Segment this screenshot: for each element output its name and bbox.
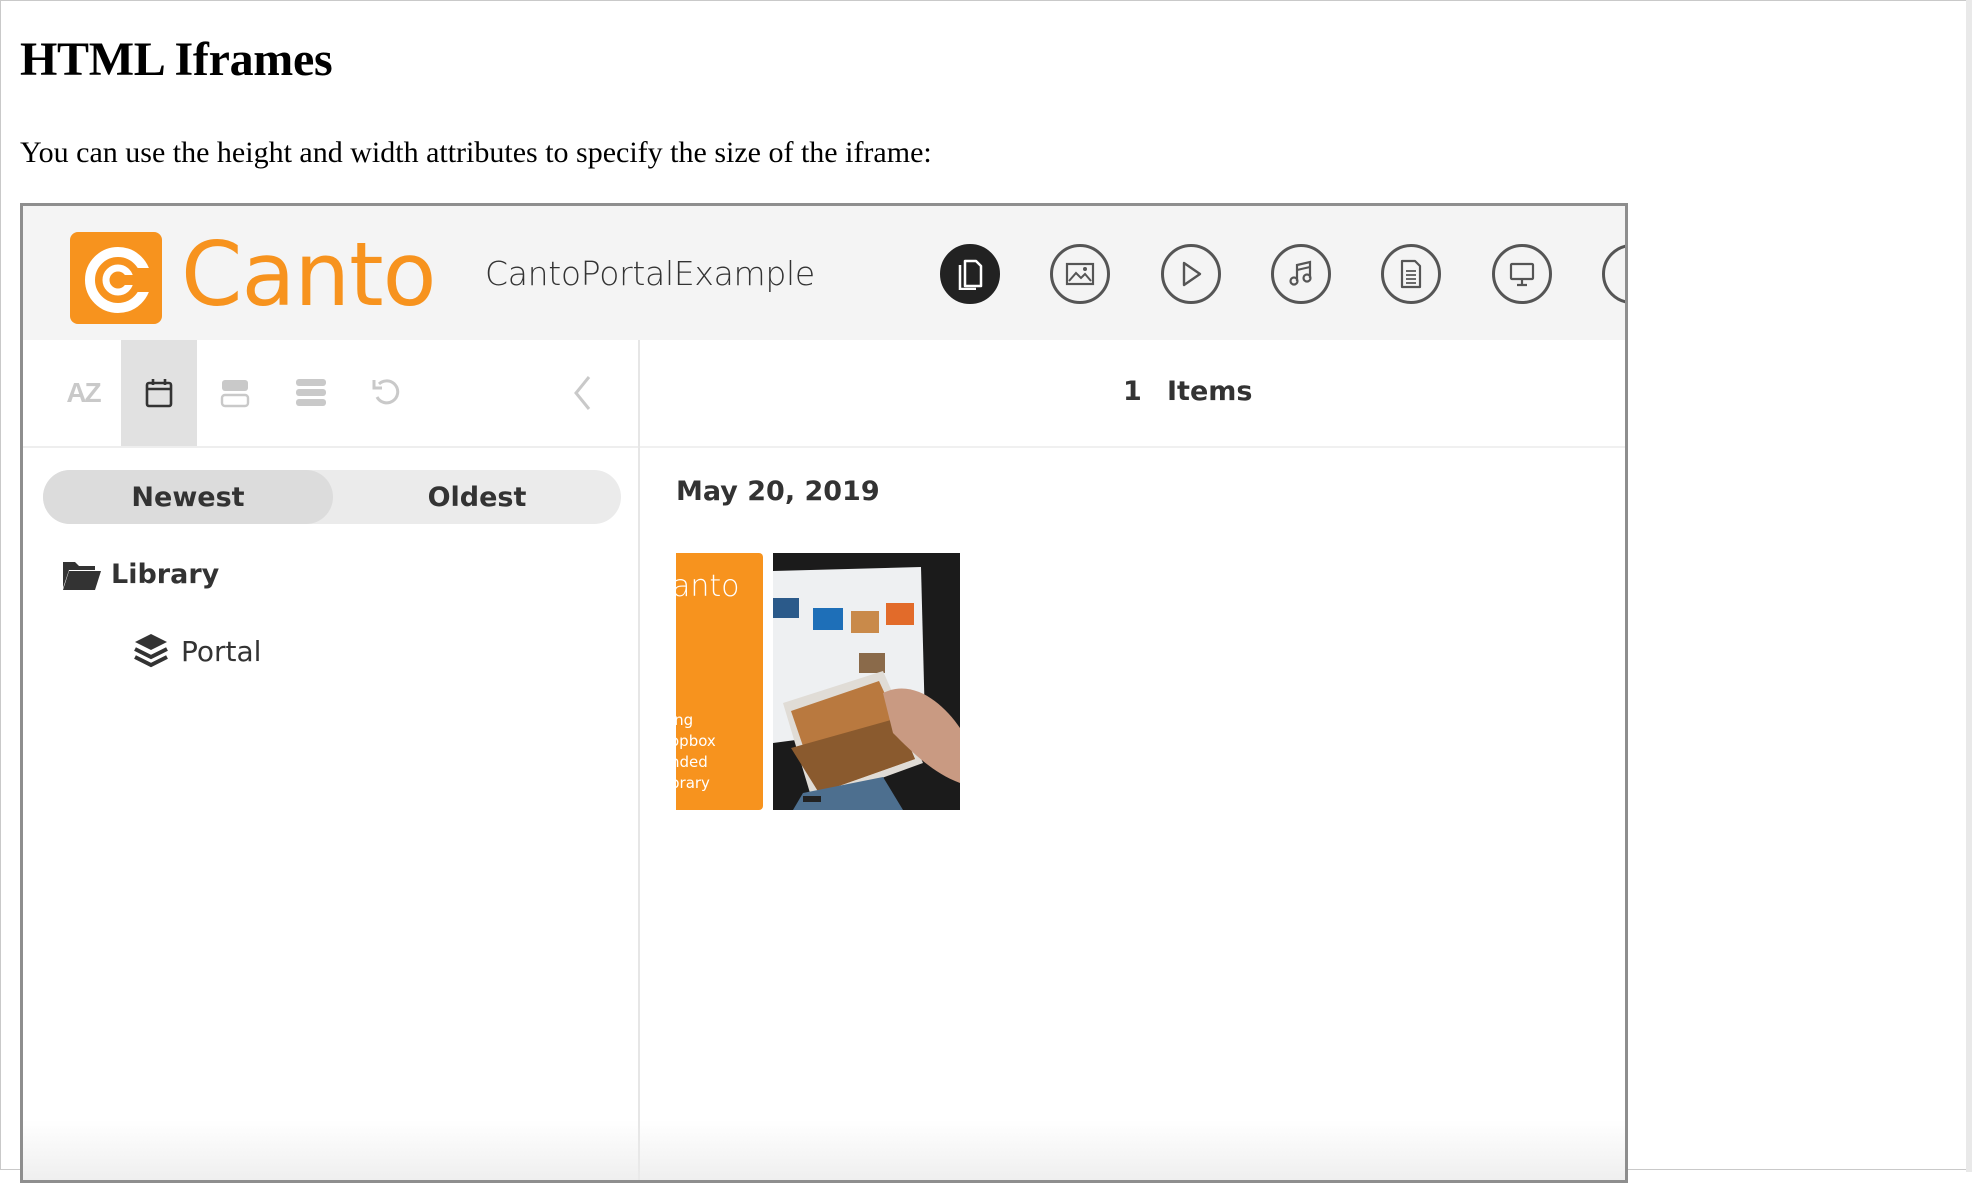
tree-item-label: Portal bbox=[181, 634, 262, 668]
page-title: HTML Iframes bbox=[20, 33, 333, 86]
thumbnail-text-line: opbox bbox=[676, 732, 716, 750]
sort-az-button[interactable]: AZ bbox=[45, 340, 121, 446]
window-scrollbar-track[interactable] bbox=[1966, 0, 1972, 1172]
list-view-button[interactable] bbox=[273, 340, 349, 446]
tree-item-library[interactable]: Library bbox=[61, 556, 219, 592]
document-icon bbox=[958, 259, 983, 290]
sort-by-date-button[interactable] bbox=[121, 340, 197, 446]
text-document-icon bbox=[1400, 259, 1422, 289]
main-content: 1 Items May 20, 2019 anto ing opbox nded… bbox=[640, 340, 1625, 1180]
reset-icon bbox=[372, 379, 400, 405]
sort-newest-button[interactable]: Newest bbox=[43, 470, 333, 524]
items-count: 1 bbox=[1123, 376, 1142, 407]
sort-oldest-button[interactable]: Oldest bbox=[333, 470, 621, 524]
date-group-heading: May 20, 2019 bbox=[676, 476, 880, 507]
portal-name: CantoPortalExample bbox=[485, 254, 815, 293]
play-icon bbox=[1182, 261, 1202, 287]
portal-header: Canto CantoPortalExample bbox=[23, 206, 1625, 340]
music-icon bbox=[1289, 260, 1312, 286]
sort-az-icon: AZ bbox=[66, 377, 101, 408]
filter-all-documents-button[interactable] bbox=[940, 244, 1000, 304]
brand-wordmark: Canto bbox=[181, 223, 436, 326]
tree-item-label: Library bbox=[111, 558, 220, 590]
thumbnail-text-line: brary bbox=[676, 774, 710, 792]
thumbnail-text-line: ing bbox=[676, 711, 694, 729]
card-view-icon bbox=[220, 380, 250, 408]
canto-logo-icon bbox=[70, 232, 162, 324]
card-view-button[interactable] bbox=[197, 340, 273, 446]
folder-icon bbox=[63, 562, 101, 590]
embedded-iframe[interactable]: Canto CantoPortalExample AZ Newest Oldes… bbox=[20, 203, 1628, 1183]
asset-thumbnail-canto[interactable]: anto ing opbox nded brary bbox=[676, 553, 763, 810]
tree-item-portal[interactable]: Portal bbox=[133, 632, 261, 670]
layers-icon bbox=[134, 634, 168, 668]
items-count-label: Items bbox=[1167, 376, 1253, 407]
sort-order-toggle: Newest Oldest bbox=[43, 470, 621, 524]
filter-video-button[interactable] bbox=[1161, 244, 1221, 304]
photo-image bbox=[773, 553, 960, 810]
filter-images-button[interactable] bbox=[1050, 244, 1110, 304]
sidebar-toolbar: AZ bbox=[23, 340, 638, 448]
collapse-sidebar-button[interactable] bbox=[545, 340, 621, 446]
chevron-left-icon bbox=[574, 376, 591, 410]
filter-presentations-button[interactable] bbox=[1492, 244, 1552, 304]
reset-button[interactable] bbox=[349, 340, 425, 446]
image-icon bbox=[1065, 262, 1095, 286]
filter-more-button[interactable] bbox=[1602, 244, 1625, 304]
thumbnail-text-line: nded bbox=[676, 753, 708, 771]
sidebar: AZ Newest Oldest Library Portal bbox=[23, 340, 640, 1180]
calendar-icon bbox=[145, 379, 173, 408]
intro-paragraph: You can use the height and width attribu… bbox=[20, 136, 932, 169]
items-summary-bar: 1 Items bbox=[640, 340, 1625, 448]
filter-audio-button[interactable] bbox=[1271, 244, 1331, 304]
presentation-icon bbox=[1509, 262, 1535, 287]
list-view-icon bbox=[296, 379, 326, 406]
filter-text-documents-button[interactable] bbox=[1381, 244, 1441, 304]
thumbnail-logo-text: anto bbox=[676, 569, 740, 604]
asset-thumbnail-photo[interactable] bbox=[773, 553, 960, 810]
